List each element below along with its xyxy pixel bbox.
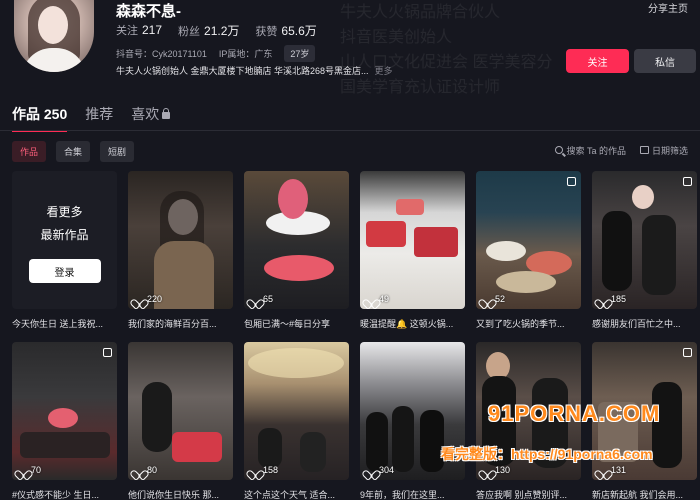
message-button[interactable]: 私信 <box>634 49 696 73</box>
video-caption[interactable]: 暖温提醒🔔 这顿火锅... <box>360 317 465 330</box>
watermark-domain: 91PORNA.COM <box>488 401 661 426</box>
video-card[interactable]: 52 又到了吃火锅的季节... <box>476 171 581 330</box>
video-thumbnail[interactable]: 158 <box>244 342 349 480</box>
heart-icon <box>366 466 375 474</box>
profile-name: 森森不息- <box>116 3 181 20</box>
video-thumbnail[interactable]: 185 <box>592 171 697 309</box>
gallery-icon <box>103 348 112 357</box>
search-works[interactable]: 搜索 Ta 的作品 <box>555 144 626 157</box>
video-caption[interactable]: 又到了吃火锅的季节... <box>476 317 581 330</box>
heart-icon <box>250 295 259 303</box>
avatar[interactable] <box>14 0 94 72</box>
share-profile-link[interactable]: 分享主页 <box>648 0 688 15</box>
video-caption[interactable]: 这个点这个天气 适合... <box>244 488 349 500</box>
video-caption[interactable]: 包厢已满～#每日分享 <box>244 317 349 330</box>
tab-recommend[interactable]: 推荐 <box>85 104 113 124</box>
tab-likes[interactable]: 喜欢 <box>131 104 171 124</box>
search-icon <box>555 146 564 154</box>
heart-icon <box>482 295 491 303</box>
video-caption[interactable]: #仪式感不能少 生日... <box>12 488 117 500</box>
chip-collections[interactable]: 合集 <box>56 141 91 162</box>
douyin-id: 抖音号：Cyk20171101 <box>116 49 207 59</box>
heart-icon <box>366 295 375 303</box>
video-thumbnail[interactable]: 65 <box>244 171 349 309</box>
stat-likes: 获赞 65.6万 <box>255 24 317 38</box>
background-bio-text: 牛夫人火锅品牌合伙人 抖音医美创始人 山人口文化促进会 医学美容分 国美学育充认… <box>340 4 553 96</box>
video-card[interactable]: 80 他们说你生日快乐 那... <box>128 342 233 500</box>
video-card[interactable]: 49 暖温提醒🔔 这顿火锅... <box>360 171 465 330</box>
bio-more-link[interactable]: 更多 <box>375 66 393 76</box>
heart-icon <box>598 466 607 474</box>
video-thumbnail[interactable]: 80 <box>128 342 233 480</box>
video-caption[interactable]: 他们说你生日快乐 那... <box>128 488 233 500</box>
date-filter[interactable]: 日期筛选 <box>639 144 688 157</box>
video-caption[interactable]: 我们家的海鲜百分百... <box>128 317 233 330</box>
login-card: 看更多 最新作品 登录 今天你生日 送上我祝... <box>12 171 117 330</box>
watermark-url: 看完整版：https://91porna6.com <box>441 446 653 462</box>
heart-icon <box>482 466 491 474</box>
chip-short-drama[interactable]: 短剧 <box>100 141 135 162</box>
profile-meta: 抖音号：Cyk20171101 IP属地：广东 27岁 <box>116 45 316 62</box>
follow-button[interactable]: 关注 <box>566 49 629 73</box>
profile-tabs: 作品 250 推荐 喜欢 <box>12 104 171 132</box>
video-card[interactable]: 304 9年前，我们在这里... <box>360 342 465 500</box>
heart-icon <box>134 466 143 474</box>
video-thumbnail[interactable]: 70 <box>12 342 117 480</box>
gallery-icon <box>683 348 692 357</box>
video-card[interactable]: 70 #仪式感不能少 生日... <box>12 342 117 500</box>
video-caption[interactable]: 今天你生日 送上我祝... <box>12 317 117 330</box>
profile-stats: 关注 217 粉丝 21.2万 获赞 65.6万 <box>116 22 317 39</box>
video-card[interactable]: 185 感谢朋友们百忙之中... <box>592 171 697 330</box>
login-button[interactable]: 登录 <box>28 259 101 283</box>
video-caption[interactable]: 9年前，我们在这里... <box>360 488 465 500</box>
video-card[interactable]: 65 包厢已满～#每日分享 <box>244 171 349 330</box>
ip-location: IP属地：广东 <box>218 49 273 59</box>
search-tools: 搜索 Ta 的作品 日期筛选 <box>555 144 688 157</box>
video-thumbnail[interactable]: 52 <box>476 171 581 309</box>
video-thumbnail[interactable]: 49 <box>360 171 465 309</box>
profile-bio: 牛夫人火锅创始人 金鼎大厦楼下地腩店 华溪北路268号黑金店... 更多 <box>116 66 393 76</box>
stat-followers[interactable]: 粉丝 21.2万 <box>178 22 239 39</box>
video-thumbnail[interactable]: 220 <box>128 171 233 309</box>
chip-works[interactable]: 作品 <box>12 141 47 162</box>
heart-icon <box>598 295 607 303</box>
video-card[interactable]: 158 这个点这个天气 适合... <box>244 342 349 500</box>
tab-works[interactable]: 作品 250 <box>12 104 68 132</box>
age-badge: 27岁 <box>284 45 316 62</box>
tab-divider <box>0 130 700 131</box>
gallery-icon <box>683 177 692 186</box>
video-caption[interactable]: 感谢朋友们百忙之中... <box>592 317 697 330</box>
filter-chips: 作品 合集 短剧 <box>12 141 135 162</box>
heart-icon <box>18 466 27 474</box>
stat-following[interactable]: 关注 217 <box>116 22 162 39</box>
video-caption[interactable]: 答应我啊 别点赞别评... <box>476 488 581 500</box>
calendar-icon <box>639 146 649 154</box>
lock-icon <box>162 108 171 119</box>
heart-icon <box>250 466 259 474</box>
gallery-icon <box>567 177 576 186</box>
heart-icon <box>134 295 143 303</box>
video-card[interactable]: 220 我们家的海鲜百分百... <box>128 171 233 330</box>
video-caption[interactable]: 新店新起航 我们会用... <box>592 488 697 500</box>
